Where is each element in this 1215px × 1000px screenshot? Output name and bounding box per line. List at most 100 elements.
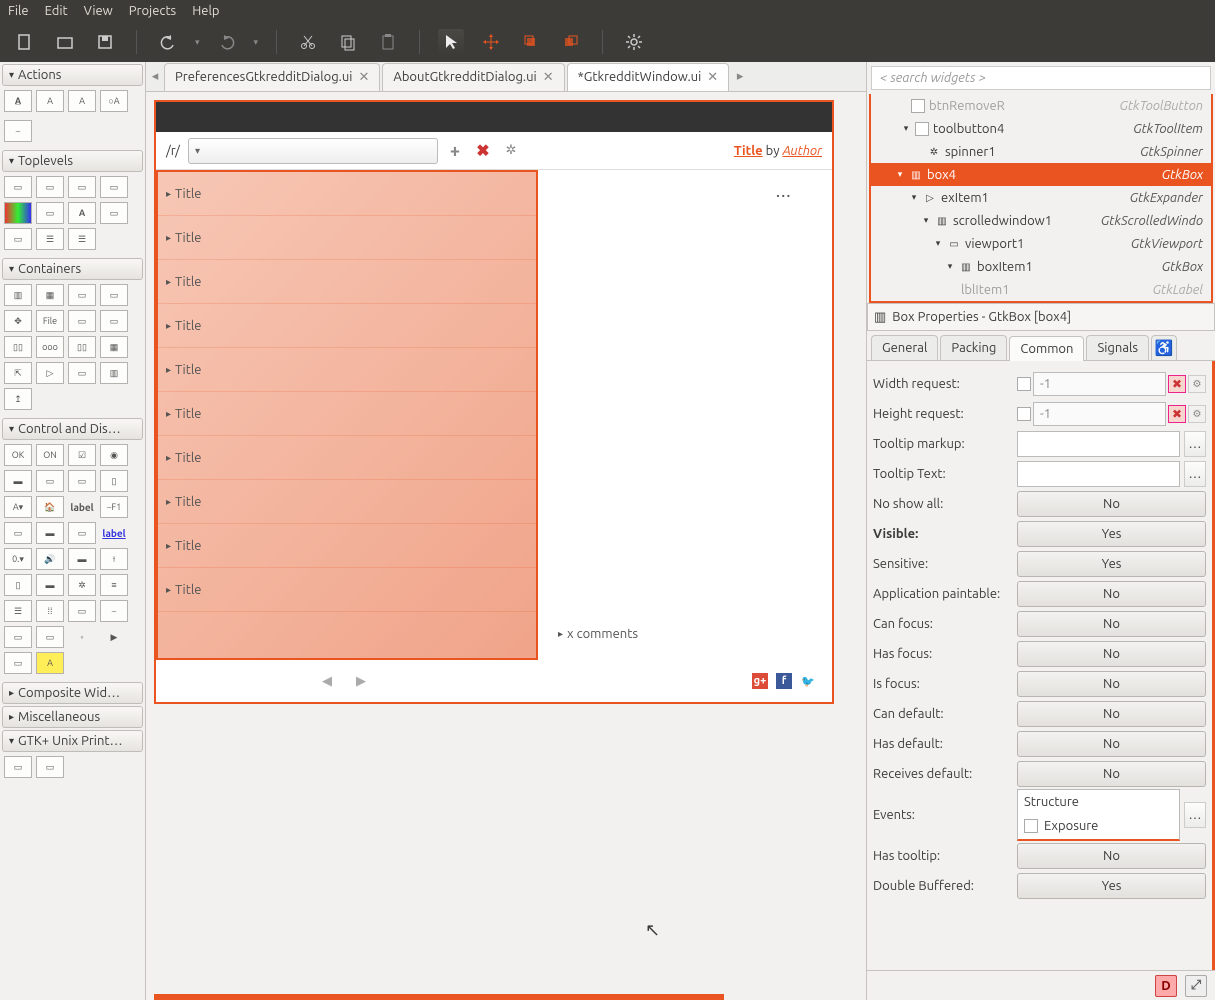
toggle-button[interactable]: No bbox=[1017, 731, 1206, 757]
toggle-button[interactable]: Yes bbox=[1017, 521, 1206, 547]
palette-item[interactable]: 🔊 bbox=[36, 548, 64, 570]
copy-icon[interactable] bbox=[335, 29, 361, 55]
palette-item[interactable]: ▭ bbox=[36, 756, 64, 778]
palette-item[interactable]: ▭ bbox=[68, 284, 96, 306]
palette-item[interactable]: label bbox=[100, 522, 128, 544]
palette-item[interactable]: OK bbox=[4, 444, 32, 466]
resize-left-tool-icon[interactable] bbox=[518, 29, 544, 55]
palette-item[interactable]: ▭ bbox=[68, 362, 96, 384]
tree-row[interactable]: ✲spinner1GtkSpinner bbox=[871, 140, 1211, 163]
palette-item[interactable]: ☰ bbox=[4, 600, 32, 622]
palette-section-misc[interactable]: Miscellaneous bbox=[2, 706, 143, 728]
list-item[interactable]: Title bbox=[158, 304, 536, 348]
save-icon[interactable] bbox=[92, 29, 118, 55]
palette-item[interactable]: ▬ bbox=[36, 574, 64, 596]
palette-item[interactable]: ▬ bbox=[4, 470, 32, 492]
palette-item[interactable]: ▭ bbox=[68, 470, 96, 492]
horizontal-scrollbar[interactable] bbox=[154, 994, 724, 1000]
resize-right-tool-icon[interactable] bbox=[558, 29, 584, 55]
next-icon[interactable]: ▶ bbox=[356, 674, 366, 689]
palette-item[interactable]: A̲ bbox=[4, 90, 32, 112]
more-icon[interactable]: … bbox=[1184, 802, 1206, 828]
palette-item[interactable]: ◦ bbox=[68, 626, 96, 648]
palette-item[interactable]: A bbox=[36, 90, 64, 112]
palette-item[interactable]: ▭ bbox=[4, 228, 32, 250]
toggle-button[interactable]: No bbox=[1017, 843, 1206, 869]
prev-icon[interactable]: ◀ bbox=[322, 674, 332, 689]
palette-item[interactable]: ☑ bbox=[68, 444, 96, 466]
menu-projects[interactable]: Projects bbox=[129, 4, 176, 18]
palette-item[interactable]: ▭ bbox=[68, 522, 96, 544]
tree-row[interactable]: lblItem1GtkLabel bbox=[871, 278, 1211, 301]
palette-item[interactable]: ⇱ bbox=[4, 362, 32, 384]
palette-item[interactable]: ◉ bbox=[100, 444, 128, 466]
palette-item[interactable]: ▦ bbox=[100, 336, 128, 358]
tooltip-markup-input[interactable] bbox=[1017, 431, 1180, 457]
more-icon[interactable]: … bbox=[1184, 431, 1206, 457]
googleplus-icon[interactable]: g+ bbox=[752, 673, 768, 689]
list-item[interactable]: Title bbox=[158, 480, 536, 524]
palette-item[interactable]: ▭ bbox=[100, 176, 128, 198]
palette-item[interactable]: File bbox=[36, 310, 64, 332]
palette-item[interactable]: ▥ bbox=[4, 284, 32, 306]
menu-help[interactable]: Help bbox=[192, 4, 219, 18]
toggle-button[interactable]: No bbox=[1017, 641, 1206, 667]
menu-edit[interactable]: Edit bbox=[45, 4, 68, 18]
pointer-tool-icon[interactable] bbox=[438, 29, 464, 55]
palette-item[interactable]: ▭ bbox=[4, 756, 32, 778]
palette-item[interactable]: 0.▾ bbox=[4, 548, 32, 570]
toggle-button[interactable]: No bbox=[1017, 581, 1206, 607]
tree-row[interactable]: ▾▭viewport1GtkViewport bbox=[871, 232, 1211, 255]
redo-icon[interactable] bbox=[214, 29, 240, 55]
palette-item[interactable]: ▭ bbox=[4, 626, 32, 648]
palette-section-control[interactable]: Control and Dis… bbox=[2, 418, 143, 440]
palette-item[interactable]: label bbox=[68, 496, 96, 518]
palette-section-print[interactable]: GTK+ Unix Print… bbox=[2, 730, 143, 752]
open-icon[interactable] bbox=[52, 29, 78, 55]
toggle-button[interactable]: No bbox=[1017, 671, 1206, 697]
palette-item[interactable]: ✲ bbox=[68, 574, 96, 596]
widget-tree[interactable]: btnRemoveRGtkToolButton▾toolbutton4GtkTo… bbox=[869, 94, 1213, 303]
tooltip-text-input[interactable] bbox=[1017, 461, 1180, 487]
new-file-icon[interactable] bbox=[12, 29, 38, 55]
events-box[interactable]: Structure Exposure bbox=[1017, 789, 1180, 841]
palette-section-containers[interactable]: Containers bbox=[2, 258, 143, 280]
clear-icon[interactable]: ✖ bbox=[1168, 405, 1186, 423]
clear-icon[interactable]: ✖ bbox=[1168, 375, 1186, 393]
tab-preferences[interactable]: PreferencesGtkredditDialog.ui ✕ bbox=[164, 63, 380, 91]
author-link[interactable]: Author bbox=[782, 144, 822, 158]
palette-item[interactable]: ▬ bbox=[36, 522, 64, 544]
palette-item[interactable]: ⟊ bbox=[100, 548, 128, 570]
palette-item[interactable]: A▾ bbox=[4, 496, 32, 518]
edit-icon[interactable]: ⚙ bbox=[1188, 375, 1206, 393]
palette-item[interactable]: ✥ bbox=[4, 310, 32, 332]
close-icon[interactable]: ✕ bbox=[707, 70, 718, 85]
undo-icon[interactable] bbox=[155, 29, 181, 55]
status-icon[interactable]: ⤢ bbox=[1185, 975, 1207, 997]
palette-section-actions[interactable]: Actions bbox=[2, 64, 143, 86]
close-icon[interactable]: ✕ bbox=[358, 70, 369, 85]
palette-item[interactable]: A bbox=[68, 202, 96, 224]
palette-item[interactable]: ○A bbox=[100, 90, 128, 112]
edit-icon[interactable]: ⚙ bbox=[1188, 405, 1206, 423]
close-icon[interactable]: ✕ bbox=[543, 70, 554, 85]
tab-signals[interactable]: Signals bbox=[1086, 335, 1149, 360]
palette-item[interactable]: ▭ bbox=[68, 600, 96, 622]
devhelp-icon[interactable]: D bbox=[1155, 975, 1177, 997]
design-canvas[interactable]: /r/ + ✖ ✲ Title by Author Title bbox=[146, 92, 866, 1000]
palette-item[interactable]: ▦ bbox=[36, 284, 64, 306]
palette-item[interactable]: ≡ bbox=[100, 574, 128, 596]
palette-item[interactable]: A bbox=[36, 652, 64, 674]
list-item[interactable]: Title bbox=[158, 392, 536, 436]
move-tool-icon[interactable] bbox=[478, 29, 504, 55]
list-item[interactable]: Title bbox=[158, 172, 536, 216]
palette-item[interactable]: ON bbox=[36, 444, 64, 466]
tab-window[interactable]: *GtkredditWindow.ui ✕ bbox=[567, 63, 730, 91]
paste-icon[interactable] bbox=[375, 29, 401, 55]
palette-item[interactable]: ▬ bbox=[68, 548, 96, 570]
palette-item[interactable]: ▭ bbox=[36, 176, 64, 198]
palette-item[interactable]: ⁞⁞ bbox=[36, 600, 64, 622]
palette-item[interactable]: ▭ bbox=[100, 310, 128, 332]
palette-item[interactable]: ▭ bbox=[36, 626, 64, 648]
palette-item[interactable]: ↥ bbox=[4, 388, 32, 410]
